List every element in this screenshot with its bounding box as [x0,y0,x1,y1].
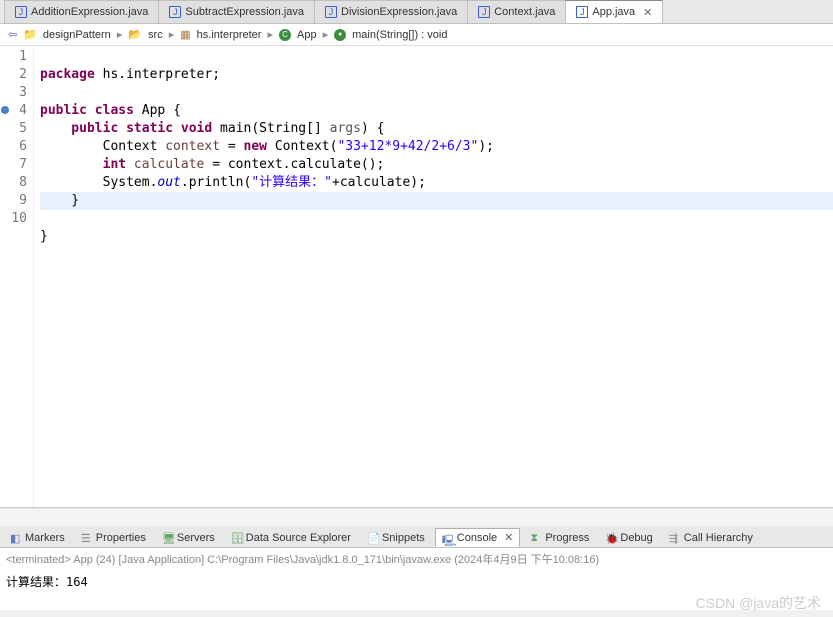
markers-icon: ◧ [10,532,22,544]
line-number-gutter: 1 2 3 4 5 6 7 8 9 10 [0,46,34,507]
horizontal-scrollbar[interactable] [0,508,833,526]
tab-datasource[interactable]: 🗄Data Source Explorer [225,530,357,546]
tab-context[interactable]: JContext.java [467,0,566,23]
bc-class[interactable]: App [297,29,317,41]
tab-app[interactable]: JApp.java✕ [565,0,663,23]
code-area[interactable]: package hs.interpreter; public class App… [34,46,833,507]
tab-snippets[interactable]: 📄Snippets [361,530,431,546]
chevron-right-icon: ▸ [267,28,273,41]
tab-markers[interactable]: ◧Markers [4,530,71,546]
snippets-icon: 📄 [367,532,379,544]
line-number: 9 [2,192,27,210]
tab-progress[interactable]: ⧗Progress [524,530,595,546]
tab-servers[interactable]: 🖥Servers [156,530,221,546]
line-number: 3 [2,84,27,102]
chevron-right-icon: ▸ [169,28,175,41]
class-icon: C [279,29,291,41]
editor-tab-bar: JAdditionExpression.java JSubtractExpres… [0,0,833,24]
line-number: 1 [2,48,27,66]
bc-src[interactable]: src [148,29,163,41]
tab-console[interactable]: 🖳Console✕ [435,528,521,547]
tab-addition[interactable]: JAdditionExpression.java [4,0,159,23]
chevron-right-icon: ▸ [323,28,329,41]
project-icon: 📁 [23,28,37,41]
call-hierarchy-icon: ⇶ [669,532,681,544]
properties-icon: ☰ [81,532,93,544]
line-number: 8 [2,174,27,192]
tab-callhierarchy[interactable]: ⇶Call Hierarchy [663,530,759,546]
code-editor[interactable]: 1 2 3 4 5 6 7 8 9 10 package hs.interpre… [0,46,833,508]
method-icon: ● [334,29,346,41]
watermark: CSDN @java的艺术 [696,593,821,613]
servers-icon: 🖥 [162,532,174,544]
console-icon: 🖳 [442,532,454,544]
close-icon[interactable]: ✕ [643,6,652,19]
java-file-icon: J [325,6,337,18]
bc-package[interactable]: hs.interpreter [197,29,262,41]
line-number: 6 [2,138,27,156]
chevron-right-icon: ▸ [117,28,123,41]
breadcrumb: ⇦ 📁 designPattern ▸ 📂 src ▸ ▦ hs.interpret… [0,24,833,46]
line-number: 5 [2,120,27,138]
line-number: 2 [2,66,27,84]
line-number: 10 [2,210,27,228]
bc-method[interactable]: main(String[]) : void [352,29,447,41]
tab-division[interactable]: JDivisionExpression.java [314,0,468,23]
java-file-icon: J [576,6,588,18]
tab-debug[interactable]: 🐞Debug [599,530,658,546]
datasource-icon: 🗄 [231,532,243,544]
package-icon: ▦ [180,28,190,41]
debug-icon: 🐞 [605,532,617,544]
line-number: 7 [2,156,27,174]
close-icon[interactable]: ✕ [504,531,513,544]
tab-subtract[interactable]: JSubtractExpression.java [158,0,315,23]
bottom-view-tabs: ◧Markers ☰Properties 🖥Servers 🗄Data Sour… [0,526,833,548]
java-file-icon: J [169,6,181,18]
tab-properties[interactable]: ☰Properties [75,530,152,546]
line-number: 4 [2,102,27,120]
bc-project[interactable]: designPattern [43,29,111,41]
java-file-icon: J [478,6,490,18]
progress-icon: ⧗ [530,532,542,544]
nav-back-icon[interactable]: ⇦ [8,28,17,41]
java-file-icon: J [15,6,27,18]
console-status: <terminated> App (24) [Java Application]… [0,548,833,570]
src-folder-icon: 📂 [128,28,142,41]
